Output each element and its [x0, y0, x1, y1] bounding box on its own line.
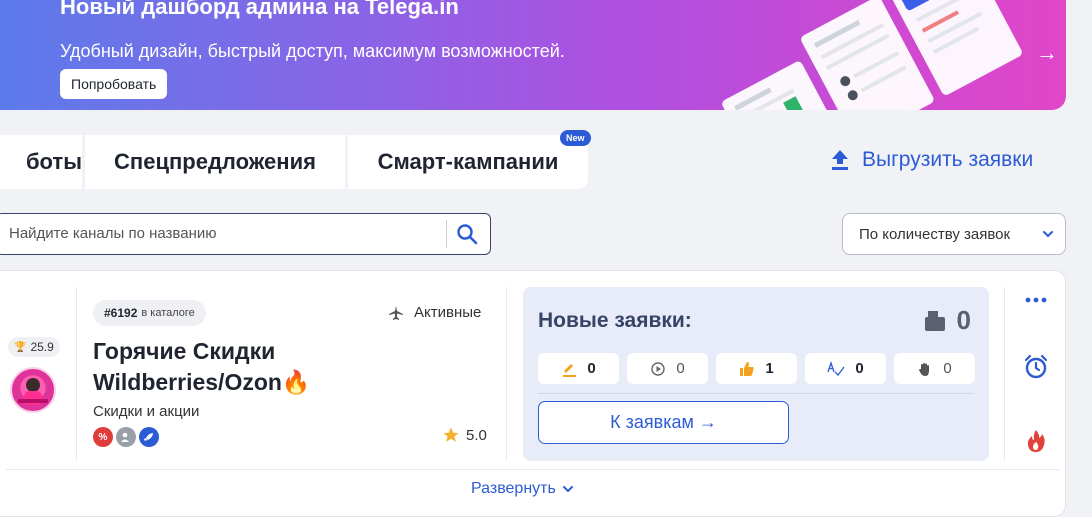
plane-icon: [389, 305, 403, 320]
stat-value: 0: [943, 360, 952, 377]
catalog-id: #6192: [104, 306, 138, 320]
requests-stats: 0 0 1 0 0: [538, 353, 975, 384]
channel-tags: %: [93, 427, 159, 447]
sort-selected: По количеству заявок: [859, 225, 1011, 243]
tab-special-offers[interactable]: Спецпредложения: [85, 135, 345, 189]
inbox-icon: [924, 310, 945, 331]
rank-value: 25.9: [30, 340, 54, 354]
thumbs-up-icon: [740, 361, 754, 376]
chevron-down-icon: [562, 486, 573, 493]
status-text: Активные: [414, 304, 482, 321]
alarm-clock-icon[interactable]: [1023, 354, 1049, 380]
export-label: Выгрузить заявки: [862, 148, 1034, 171]
column-divider: [1004, 287, 1005, 461]
banner-arrow-icon[interactable]: →: [1036, 40, 1058, 66]
column-divider: [506, 287, 507, 461]
tab-label: Смарт-кампании: [377, 149, 559, 174]
stat-value: 0: [587, 360, 596, 377]
requests-title: Новые заявки:: [538, 309, 692, 332]
channel-category: Скидки и акции: [93, 403, 200, 420]
search-box: [0, 213, 491, 255]
stat-checked[interactable]: 0: [805, 353, 886, 384]
pencil-icon: [563, 363, 577, 377]
channel-title[interactable]: Горячие Скидки Wildberries/Ozon🔥: [93, 336, 393, 398]
status-indicator: Активные: [388, 304, 481, 321]
user-check-icon[interactable]: [116, 427, 136, 447]
trophy-icon: 🏆: [14, 341, 27, 353]
upload-icon: [832, 150, 848, 170]
sort-select[interactable]: По количеству заявок: [842, 213, 1066, 255]
stat-value: 1: [765, 360, 774, 377]
go-to-requests-button[interactable]: К заявкам →: [538, 401, 789, 444]
channel-rating: 5.0: [442, 426, 487, 444]
percent-icon[interactable]: %: [93, 427, 113, 447]
catalog-badge: #6192 в каталоге: [93, 300, 206, 326]
export-requests-button[interactable]: Выгрузить заявки: [830, 148, 1033, 172]
stat-in-progress[interactable]: 0: [627, 353, 708, 384]
more-icon[interactable]: [1023, 293, 1049, 307]
requests-panel: Новые заявки: 0 0 0 1 0 0 К заявкам →: [523, 287, 989, 461]
stat-rejected[interactable]: 0: [894, 353, 975, 384]
expand-button[interactable]: Развернуть: [471, 480, 574, 498]
stat-value: 0: [676, 360, 685, 377]
chevron-down-icon: [1043, 231, 1053, 238]
avatar-image: [18, 378, 48, 405]
promo-banner[interactable]: Новый дашборд админа на Telega.in Удобны…: [0, 0, 1066, 110]
rating-value: 5.0: [466, 426, 487, 444]
tab-bots[interactable]: боты: [0, 135, 82, 189]
star-icon: [443, 427, 459, 442]
stat-value: 0: [855, 360, 864, 377]
stat-drafts[interactable]: 0: [538, 353, 619, 384]
column-divider: [76, 287, 77, 461]
fire-icon[interactable]: [1023, 428, 1049, 454]
new-badge: New: [560, 130, 591, 146]
requests-total-value: 0: [956, 305, 971, 335]
card-divider: [6, 469, 1060, 470]
expand-label: Развернуть: [471, 480, 556, 497]
channel-avatar[interactable]: [10, 367, 56, 413]
rank-badge: 🏆 25.9: [8, 337, 60, 357]
tab-smart-campaigns[interactable]: Смарт-кампании: [348, 135, 588, 189]
search-input[interactable]: [9, 214, 439, 253]
requests-divider: [538, 393, 973, 394]
search-divider: [446, 220, 447, 248]
hand-icon: [919, 362, 930, 376]
search-icon[interactable]: [455, 222, 479, 246]
try-button[interactable]: Попробовать: [60, 69, 168, 99]
play-circle-icon: [651, 361, 666, 376]
dashboard-preview-image: [722, 0, 1022, 110]
stat-approved[interactable]: 1: [716, 353, 797, 384]
spellcheck-icon: [827, 360, 845, 376]
tab-label: Спецпредложения: [114, 149, 316, 174]
banner-title: Новый дашборд админа на Telega.in: [60, 0, 459, 19]
requests-total: 0: [923, 305, 971, 336]
rocket-icon[interactable]: [139, 427, 159, 447]
catalog-text: в каталоге: [141, 307, 195, 319]
banner-subtitle: Удобный дизайн, быстрый доступ, максимум…: [60, 41, 565, 61]
tab-label: боты: [25, 149, 82, 174]
